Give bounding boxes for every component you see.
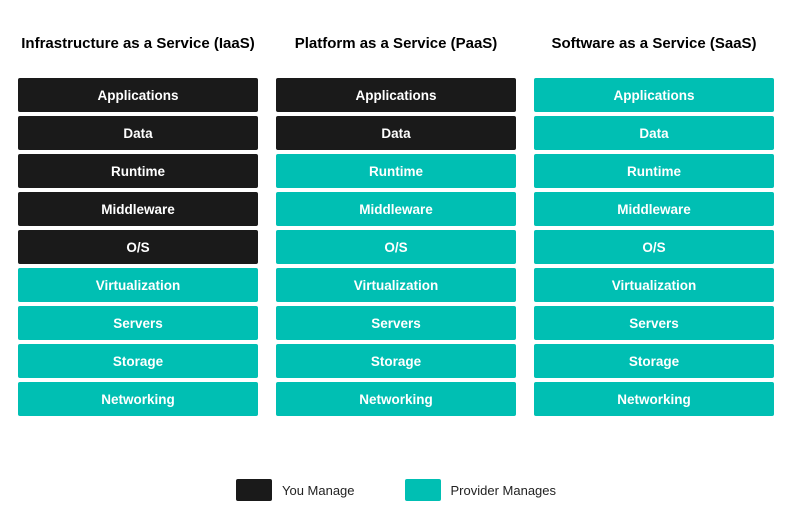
- stack-saas: Applications Data Runtime Middleware O/S Virt…: [534, 78, 774, 416]
- columns-container: Infrastructure as a Service (IaaS) Applic…: [10, 20, 782, 465]
- column-header-iaas: Infrastructure as a Service (IaaS): [18, 20, 258, 68]
- stack-item-saas-6: Servers: [534, 306, 774, 340]
- stack-item-iaas-1: Data: [18, 116, 258, 150]
- stack-paas: Applications Data Runtime Middleware O/S Virt…: [276, 78, 516, 416]
- stack-item-saas-7: Storage: [534, 344, 774, 378]
- stack-item-paas-6: Servers: [276, 306, 516, 340]
- stack-item-paas-5: Virtualization: [276, 268, 516, 302]
- legend-item-1: Provider Manages: [405, 479, 557, 501]
- legend-item-0: You Manage: [236, 479, 355, 501]
- stack-item-iaas-8: Networking: [18, 382, 258, 416]
- stack-item-iaas-7: Storage: [18, 344, 258, 378]
- stack-item-saas-4: O/S: [534, 230, 774, 264]
- stack-item-paas-4: O/S: [276, 230, 516, 264]
- stack-item-paas-7: Storage: [276, 344, 516, 378]
- column-iaas: Infrastructure as a Service (IaaS) Applic…: [18, 20, 258, 465]
- stack-item-saas-0: Applications: [534, 78, 774, 112]
- stack-item-iaas-6: Servers: [18, 306, 258, 340]
- legend-label-0: You Manage: [282, 483, 355, 498]
- stack-item-paas-2: Runtime: [276, 154, 516, 188]
- column-header-paas: Platform as a Service (PaaS): [276, 20, 516, 68]
- column-paas: Platform as a Service (PaaS) Applications…: [276, 20, 516, 465]
- stack-item-paas-8: Networking: [276, 382, 516, 416]
- stack-item-saas-8: Networking: [534, 382, 774, 416]
- legend-label-1: Provider Manages: [451, 483, 557, 498]
- legend: You Manage Provider Manages: [236, 479, 556, 501]
- stack-item-saas-3: Middleware: [534, 192, 774, 226]
- stack-item-iaas-3: Middleware: [18, 192, 258, 226]
- stack-item-paas-0: Applications: [276, 78, 516, 112]
- stack-item-saas-5: Virtualization: [534, 268, 774, 302]
- stack-item-paas-3: Middleware: [276, 192, 516, 226]
- legend-box-dark: [236, 479, 272, 501]
- legend-box-teal: [405, 479, 441, 501]
- stack-item-iaas-2: Runtime: [18, 154, 258, 188]
- column-saas: Software as a Service (SaaS) Applications…: [534, 20, 774, 465]
- stack-item-iaas-4: O/S: [18, 230, 258, 264]
- stack-item-iaas-5: Virtualization: [18, 268, 258, 302]
- stack-item-paas-1: Data: [276, 116, 516, 150]
- stack-item-saas-2: Runtime: [534, 154, 774, 188]
- stack-iaas: Applications Data Runtime Middleware O/S Virt…: [18, 78, 258, 416]
- column-header-saas: Software as a Service (SaaS): [534, 20, 774, 68]
- stack-item-saas-1: Data: [534, 116, 774, 150]
- stack-item-iaas-0: Applications: [18, 78, 258, 112]
